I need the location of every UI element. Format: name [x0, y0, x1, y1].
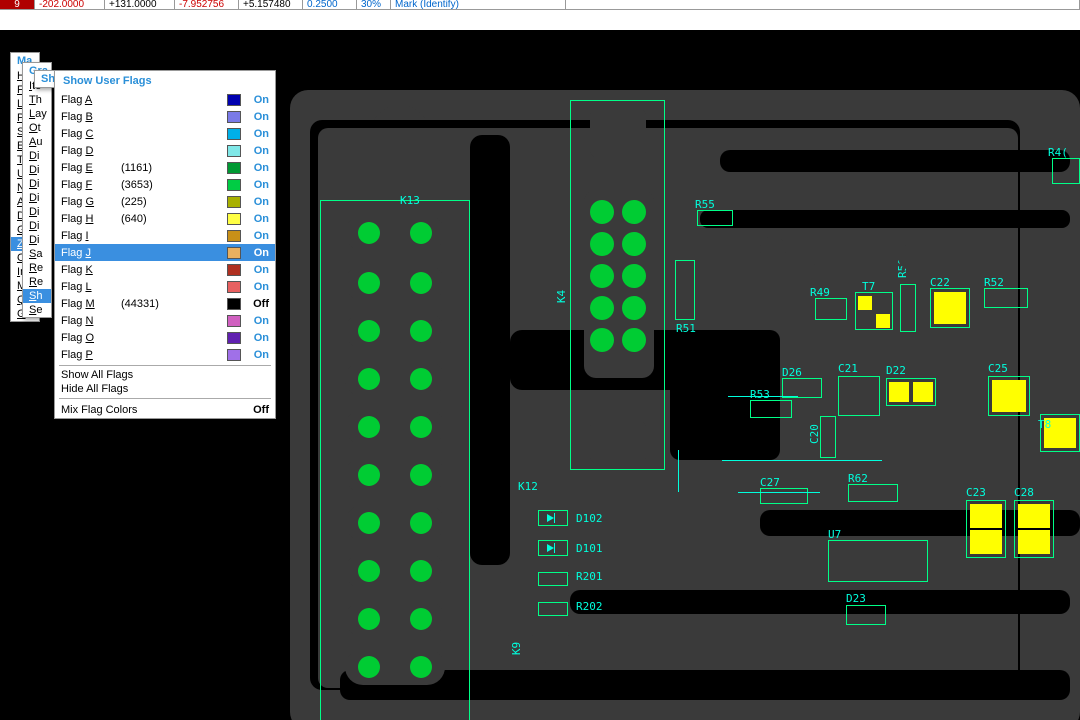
menu-item[interactable]: Sa — [23, 247, 51, 261]
grid-value: 0.2500 — [303, 0, 357, 9]
ref-d101: D101 — [576, 542, 603, 555]
flag-swatch — [227, 179, 241, 191]
menu-item[interactable]: Di — [23, 233, 51, 247]
ref-d26: D26 — [782, 366, 802, 379]
ref-u7: U7 — [828, 528, 841, 541]
menu-graphic[interactable]: Gra IteThLayOtAuDiDiDiDiDiDiDiSaReReShSe — [22, 62, 52, 318]
coord-y-mm: +131.0000 — [105, 0, 175, 9]
zoom-value: 30% — [357, 0, 391, 9]
row-number: 9 — [0, 0, 35, 9]
ref-k4: K4 — [555, 290, 568, 303]
flag-swatch — [227, 247, 241, 259]
flag-swatch — [227, 196, 241, 208]
hide-all-flags[interactable]: Hide All Flags — [55, 382, 275, 396]
ref-r49: R49 — [810, 286, 830, 299]
flag-swatch — [227, 264, 241, 276]
menu-item[interactable]: Di — [23, 219, 51, 233]
ref-r51: R51 — [676, 322, 696, 335]
flag-row-g[interactable]: Flag G(225)On — [55, 193, 275, 210]
mode-label: Mark (Identify) — [391, 0, 566, 9]
flag-swatch — [227, 94, 241, 106]
flag-row-a[interactable]: Flag AOn — [55, 91, 275, 108]
ref-r40: R4( — [1048, 146, 1068, 159]
mix-flag-colors[interactable]: Mix Flag Colors Off — [55, 401, 275, 418]
flag-row-h[interactable]: Flag H(640)On — [55, 210, 275, 227]
ref-r53: R53 — [750, 388, 770, 401]
flag-row-d[interactable]: Flag DOn — [55, 142, 275, 159]
comp-d102 — [538, 510, 568, 526]
ref-k12: K12 — [518, 480, 538, 493]
menu-item[interactable]: Re — [23, 275, 51, 289]
ref-d23: D23 — [846, 592, 866, 605]
flag-swatch — [227, 145, 241, 157]
menu-item[interactable]: Di — [23, 205, 51, 219]
flag-row-e[interactable]: Flag E(1161)On — [55, 159, 275, 176]
flag-row-l[interactable]: Flag LOn — [55, 278, 275, 295]
submenu-title: Show User Flags — [55, 71, 275, 91]
ref-r52: R52 — [984, 276, 1004, 289]
flag-row-p[interactable]: Flag POn — [55, 346, 275, 363]
menu-item[interactable]: Re — [23, 261, 51, 275]
submenu-user-flags[interactable]: Show User Flags Flag AOnFlag BOnFlag COn… — [54, 70, 276, 419]
ref-r62: R62 — [848, 472, 868, 485]
ref-c23: C23 — [966, 486, 986, 499]
flag-row-f[interactable]: Flag F(3653)On — [55, 176, 275, 193]
ref-c21: C21 — [838, 362, 858, 375]
menu-item[interactable]: Di — [23, 191, 51, 205]
flag-row-j[interactable]: Flag JOn — [55, 244, 275, 261]
comp-d101 — [538, 540, 568, 556]
menu-item[interactable]: Se — [23, 303, 51, 317]
menu-item[interactable]: Di — [23, 163, 51, 177]
ref-r55: R55 — [695, 198, 715, 211]
ref-k9: K9 — [510, 642, 523, 655]
flag-swatch — [227, 162, 241, 174]
ref-r202: R202 — [576, 600, 603, 613]
flag-row-b[interactable]: Flag BOn — [55, 108, 275, 125]
ref-c25: C25 — [988, 362, 1008, 375]
flag-row-n[interactable]: Flag NOn — [55, 312, 275, 329]
flag-row-o[interactable]: Flag OOn — [55, 329, 275, 346]
ref-t8: T8 — [1038, 418, 1051, 431]
coord-x-in: -7.952756 — [175, 0, 239, 9]
menu-item[interactable]: Au — [23, 135, 51, 149]
ref-k13: K13 — [400, 194, 420, 207]
ref-c20: C20 — [808, 424, 821, 444]
menu-item[interactable]: Th — [23, 93, 51, 107]
flag-row-i[interactable]: Flag IOn — [55, 227, 275, 244]
flag-swatch — [227, 298, 241, 310]
menu-item[interactable]: Sh — [23, 289, 51, 303]
flag-swatch — [227, 332, 241, 344]
menu-item[interactable]: Di — [23, 177, 51, 191]
flag-swatch — [227, 349, 241, 361]
ref-d102: D102 — [576, 512, 603, 525]
show-all-flags[interactable]: Show All Flags — [55, 368, 275, 382]
flag-swatch — [227, 230, 241, 242]
ref-t7: T7 — [862, 280, 875, 293]
flag-swatch — [227, 111, 241, 123]
coord-y-in: +5.157480 — [239, 0, 303, 9]
flag-swatch — [227, 281, 241, 293]
status-strip: 9 -202.0000 +131.0000 -7.952756 +5.15748… — [0, 0, 1080, 10]
ref-c28: C28 — [1014, 486, 1034, 499]
ref-c22: C22 — [930, 276, 950, 289]
flag-swatch — [227, 315, 241, 327]
flag-row-m[interactable]: Flag M(44331)Off — [55, 295, 275, 312]
coord-x-mm: -202.0000 — [35, 0, 105, 9]
ref-c27: C27 — [760, 476, 780, 489]
flag-swatch — [227, 213, 241, 225]
ref-r201: R201 — [576, 570, 603, 583]
menu-item[interactable]: Lay — [23, 107, 51, 121]
flag-row-c[interactable]: Flag COn — [55, 125, 275, 142]
ref-d22: D22 — [886, 364, 906, 377]
menu-item[interactable]: Di — [23, 149, 51, 163]
menu-item[interactable]: Ot — [23, 121, 51, 135]
flag-swatch — [227, 128, 241, 140]
flag-row-k[interactable]: Flag KOn — [55, 261, 275, 278]
